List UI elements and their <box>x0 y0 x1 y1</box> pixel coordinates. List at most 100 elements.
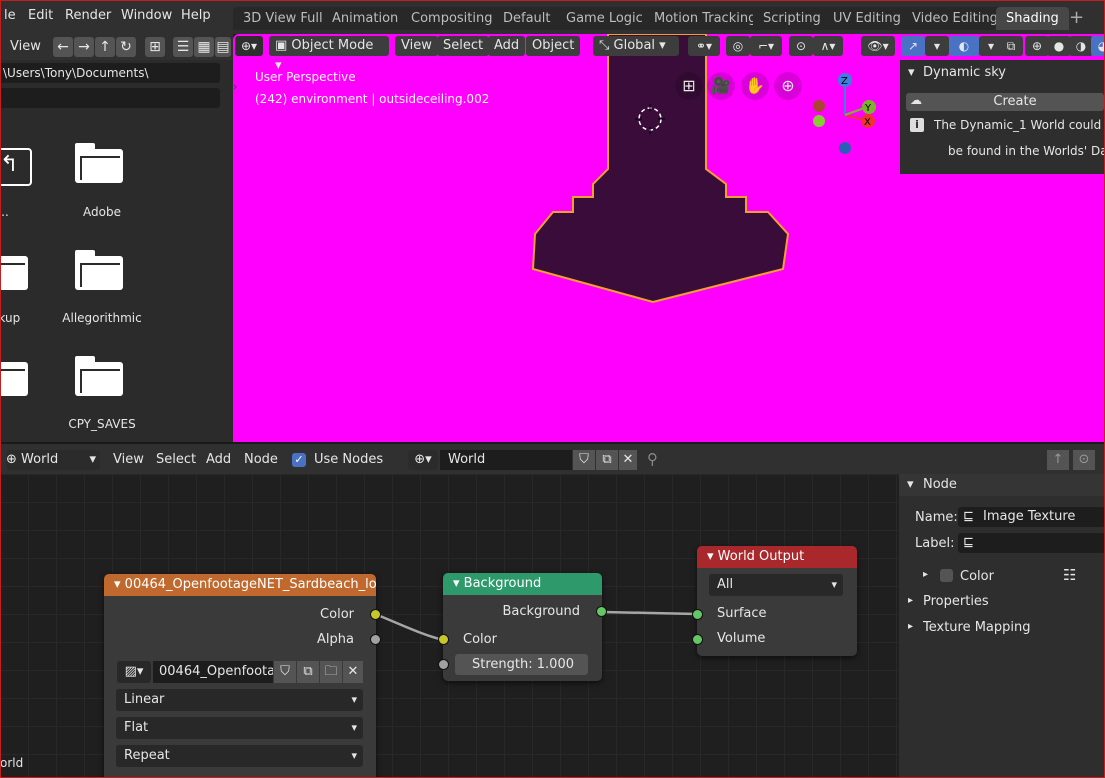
snap-node-icon[interactable]: ⊙ <box>1073 450 1095 470</box>
snap-toggle-icon[interactable]: ◎ <box>726 36 750 56</box>
editor-type-icon[interactable]: ⊕▾ <box>235 36 263 56</box>
image-texture-node[interactable]: ▾ 00464_OpenfootageNET_Sardbeach_low... … <box>104 574 381 778</box>
node-section-header[interactable]: ▾ Node <box>899 474 1105 496</box>
open-image-folder-icon[interactable]: 🗀 <box>320 661 342 683</box>
unlink-icon[interactable]: ✕ <box>619 450 637 470</box>
toolbar-collapse-icon[interactable]: › <box>233 80 237 93</box>
menu-file[interactable]: le <box>4 8 16 23</box>
texture-mapping-section[interactable]: Texture Mapping <box>923 620 1031 635</box>
tab-game-logic[interactable]: Game Logic <box>556 7 653 30</box>
gizmo-toggle-icon[interactable]: ↗ <box>901 36 925 56</box>
forward-arrow-icon[interactable]: → <box>74 37 94 57</box>
fb-view-menu[interactable]: View <box>10 39 41 54</box>
target-select[interactable]: All ▾ <box>709 574 843 596</box>
tab-default[interactable]: Default <box>493 7 561 30</box>
folder-icon[interactable] <box>0 248 28 290</box>
world-browse-icon[interactable]: ⊕▾ <box>408 450 438 470</box>
tab-compositing[interactable]: Compositing <box>401 7 503 30</box>
image-duplicate-icon[interactable]: ⧉ <box>297 661 319 683</box>
pivot-point-icon[interactable]: ⚭▾ <box>688 36 720 56</box>
3d-viewport[interactable]: ⊕▾ ▣ Object Mode ▾ View Select Add Objec… <box>233 34 1105 442</box>
menu-object[interactable]: Object <box>526 36 581 56</box>
world-name-field[interactable]: World <box>440 450 572 470</box>
tab-animation[interactable]: Animation <box>322 7 409 30</box>
menu-help[interactable]: Help <box>181 8 211 23</box>
duplicate-icon[interactable]: ⧉ <box>596 450 618 470</box>
collapse-node-icon[interactable]: ▾ <box>453 576 464 591</box>
pin-icon[interactable]: ⚲ <box>647 450 658 468</box>
interpolation-select[interactable]: Linear ▾ <box>116 689 363 711</box>
display-grid-icon[interactable]: ▦ <box>194 37 214 57</box>
new-folder-icon[interactable]: ⊞ <box>145 37 165 57</box>
expand-triangle-icon[interactable]: ▸ <box>908 621 913 632</box>
wireframe-shading-icon[interactable]: ⊕ <box>1025 36 1049 56</box>
add-workspace-icon[interactable]: + <box>1069 7 1084 28</box>
gizmo-dropdown-icon[interactable]: ▾ <box>925 36 949 56</box>
tab-uv-editing[interactable]: UV Editing <box>823 7 911 30</box>
tab-scripting[interactable]: Scripting <box>753 7 831 30</box>
folder-icon[interactable] <box>75 354 123 396</box>
parent-directory-icon[interactable]: ↑ <box>95 37 115 57</box>
color-checkbox[interactable] <box>940 569 953 582</box>
camera-view-icon[interactable]: 🎥 <box>707 72 735 100</box>
input-strength-socket[interactable] <box>438 659 449 670</box>
collapse-triangle-icon[interactable]: ▾ <box>908 65 915 80</box>
world-output-node-header[interactable]: ▾ World Output <box>697 546 857 568</box>
parent-node-tree-icon[interactable]: ↑ <box>1047 450 1069 470</box>
node-menu-node[interactable]: Node <box>244 452 278 467</box>
background-node[interactable]: ▾ Background Background Color Strength: … <box>438 573 607 681</box>
use-nodes-checkbox[interactable]: ✓ <box>292 453 306 467</box>
image-fake-user-icon[interactable]: ⛉ <box>274 661 296 683</box>
image-unlink-icon[interactable]: ✕ <box>343 661 363 683</box>
input-color-socket[interactable] <box>438 634 449 645</box>
image-texture-node-header[interactable]: ▾ 00464_OpenfootageNET_Sardbeach_low... <box>104 574 376 596</box>
falloff-icon[interactable]: ∧▾ <box>813 36 843 56</box>
tab-3d-view-full[interactable]: 3D View Full <box>233 7 333 30</box>
projection-select[interactable]: Flat ▾ <box>116 717 363 739</box>
world-output-node[interactable]: ▾ World Output All ▾ Surface Volume <box>692 546 857 656</box>
extension-select[interactable]: Repeat ▾ <box>116 745 363 767</box>
tab-video-editing[interactable]: Video Editing <box>902 7 1008 30</box>
proportional-edit-icon[interactable]: ⊙ <box>789 36 813 56</box>
display-thumbs-icon[interactable]: ▤ <box>215 37 231 57</box>
toggle-perspective-icon[interactable]: ⊞ <box>675 72 703 100</box>
folder-icon[interactable] <box>75 248 123 290</box>
visibility-icon[interactable]: 👁▾ <box>861 36 895 56</box>
fake-user-icon[interactable]: ⛉ <box>573 450 595 470</box>
zoom-view-icon[interactable]: ⊕ <box>774 72 802 100</box>
material-shading-icon[interactable]: ◑ <box>1069 36 1093 56</box>
node-name-field[interactable]: ⊑ Image Texture <box>958 507 1105 527</box>
overlays-icon[interactable]: ◐ <box>949 36 979 56</box>
folder-icon[interactable] <box>0 354 28 396</box>
strength-field[interactable]: Strength: 1.000 <box>455 654 588 675</box>
orientation-select[interactable]: ⤡ Global ▾ <box>593 36 679 56</box>
filename-field[interactable] <box>0 88 220 108</box>
xray-icon[interactable]: ⧉ <box>999 36 1023 56</box>
shader-type-select[interactable]: ⊕ World ▾ <box>6 450 100 470</box>
parent-folder-icon[interactable]: ↰ <box>0 144 32 186</box>
expand-triangle-icon[interactable]: ▸ <box>923 569 928 580</box>
expand-triangle-icon[interactable]: ▸ <box>908 595 913 606</box>
pan-view-icon[interactable]: ✋ <box>741 72 769 100</box>
menu-view[interactable]: View <box>395 36 438 56</box>
image-name-field[interactable]: 00464_Openfoota... <box>153 661 273 683</box>
tab-motion-tracking[interactable]: Motion Tracking <box>644 7 767 30</box>
snap-element-icon[interactable]: ⌐▾ <box>750 36 782 56</box>
menu-select[interactable]: Select <box>437 36 490 56</box>
node-menu-view[interactable]: View <box>113 452 144 467</box>
tab-shading[interactable]: Shading <box>996 7 1069 30</box>
display-list-icon[interactable]: ☰ <box>173 37 193 57</box>
menu-render[interactable]: Render <box>65 8 111 23</box>
list-menu-icon[interactable]: ☷ <box>1063 566 1076 584</box>
output-alpha-socket[interactable] <box>370 634 381 645</box>
node-menu-select[interactable]: Select <box>156 452 196 467</box>
menu-add[interactable]: Add <box>488 36 526 56</box>
folder-icon[interactable] <box>75 141 123 183</box>
properties-section[interactable]: Properties <box>923 594 989 609</box>
menu-edit[interactable]: Edit <box>28 8 53 23</box>
solid-shading-icon[interactable]: ● <box>1047 36 1071 56</box>
background-node-header[interactable]: ▾ Background <box>443 573 602 595</box>
node-editor-canvas[interactable]: ▾ 00464_OpenfootageNET_Sardbeach_low... … <box>0 474 899 778</box>
mode-select[interactable]: ▣ Object Mode ▾ <box>269 36 389 73</box>
output-color-socket[interactable] <box>370 609 381 620</box>
